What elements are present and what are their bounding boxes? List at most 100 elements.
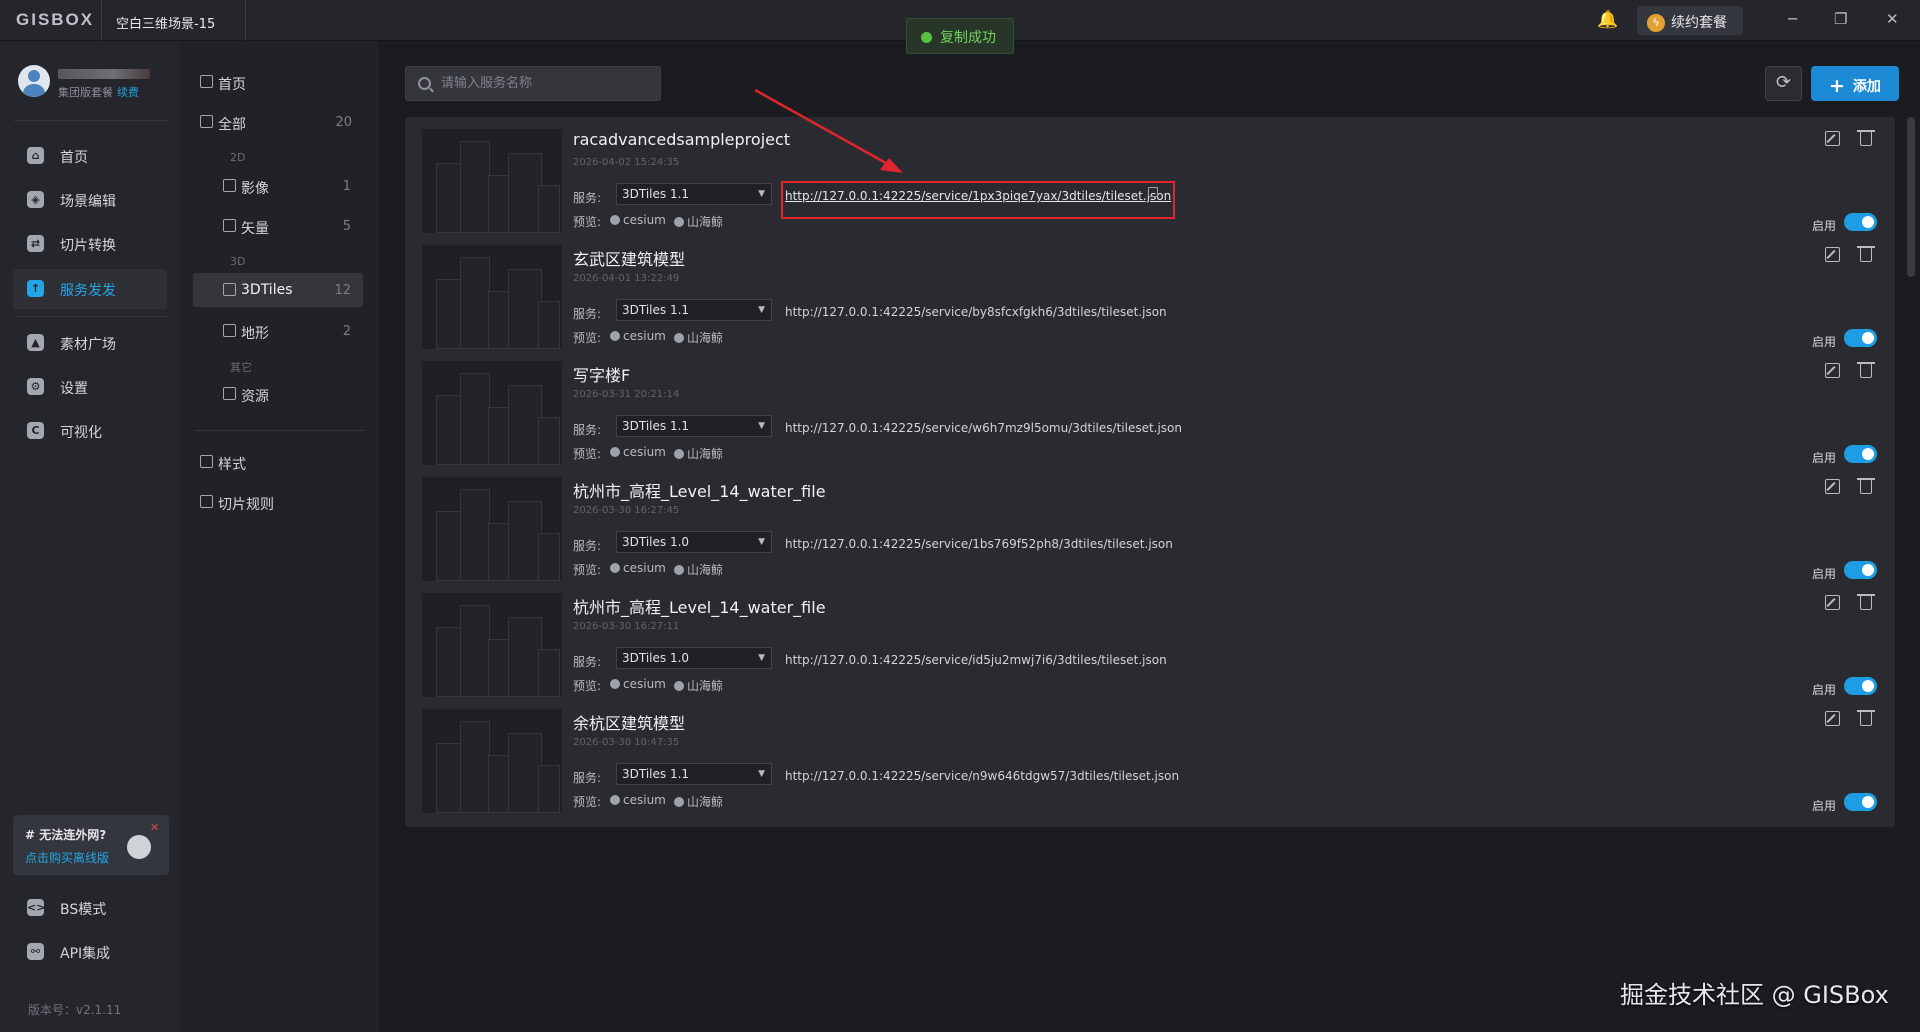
model-thumbnail[interactable] — [422, 477, 562, 581]
subnav-imagery[interactable]: 影像 1 — [193, 169, 363, 203]
search-input[interactable] — [441, 67, 651, 100]
renew-plan-button[interactable]: ϟ 续约套餐 — [1637, 6, 1743, 35]
service-url-link[interactable]: http://127.0.0.1:42225/service/1bs769f52… — [785, 537, 1173, 551]
cesium-icon — [610, 447, 620, 457]
scrollbar[interactable] — [1907, 117, 1915, 277]
nav-item-asset-square[interactable]: ▲ 素材广场 — [13, 323, 167, 363]
service-version-select[interactable]: 3DTiles 1.0 ▼ — [616, 531, 772, 553]
nav-item-settings[interactable]: ⚙ 设置 — [13, 367, 167, 407]
satellite-icon — [127, 835, 151, 859]
service-card[interactable]: 杭州市_高程_Level_14_water_file 2026-03-30 16… — [405, 465, 1895, 595]
model-thumbnail[interactable] — [422, 129, 562, 233]
service-card[interactable]: 杭州市_高程_Level_14_water_file 2026-03-30 16… — [405, 581, 1895, 711]
preview-cesium-link[interactable]: cesium — [610, 561, 666, 575]
model-thumbnail[interactable] — [422, 245, 562, 349]
service-version-value: 3DTiles 1.1 — [622, 187, 690, 201]
refresh-button[interactable]: ⟳ — [1765, 66, 1802, 101]
add-button[interactable]: + 添加 — [1811, 66, 1899, 101]
close-button[interactable]: ✕ — [1886, 10, 1899, 28]
nav-item-visualization[interactable]: C 可视化 — [13, 411, 167, 451]
service-version-select[interactable]: 3DTiles 1.1 ▼ — [616, 415, 772, 437]
nav-item-bs-mode[interactable]: <> BS模式 — [13, 888, 167, 928]
avatar[interactable] — [18, 65, 50, 97]
enable-toggle[interactable] — [1844, 329, 1877, 347]
delete-icon[interactable] — [1857, 130, 1875, 146]
chevron-down-icon: ▼ — [758, 769, 765, 779]
edit-icon[interactable] — [1825, 363, 1840, 378]
subnav-tile-rules[interactable]: 切片规则 — [194, 485, 364, 519]
service-card[interactable]: racadvancedsampleproject 2026-04-02 15:2… — [405, 117, 1895, 247]
preview-shanhaijing-link[interactable]: 山海鲸 — [674, 213, 723, 230]
subnav-3dtiles[interactable]: 3DTiles 12 — [193, 273, 363, 307]
preview-cesium-link[interactable]: cesium — [610, 793, 666, 807]
service-time: 2026-04-02 15:24:35 — [573, 157, 680, 168]
enable-label: 启用 — [1812, 799, 1837, 813]
preview-shanhaijing-link[interactable]: 山海鲸 — [674, 561, 723, 578]
service-version-select[interactable]: 3DTiles 1.1 ▼ — [616, 763, 772, 785]
delete-icon[interactable] — [1857, 246, 1875, 262]
renew-link[interactable]: 续费 — [117, 86, 139, 99]
delete-icon[interactable] — [1857, 362, 1875, 378]
preview-cesium-link[interactable]: cesium — [610, 445, 666, 459]
shanhaijing-icon — [674, 565, 684, 575]
style-icon — [200, 455, 213, 468]
enable-toggle[interactable] — [1844, 445, 1877, 463]
service-card[interactable]: 玄武区建筑模型 2026-04-01 13:22:49 服务: 3DTiles … — [405, 233, 1895, 363]
model-thumbnail[interactable] — [422, 709, 562, 813]
enable-toggle[interactable] — [1844, 561, 1877, 579]
service-url-link[interactable]: http://127.0.0.1:42225/service/by8sfcxfg… — [785, 305, 1167, 319]
preview-shanhaijing-link[interactable]: 山海鲸 — [674, 445, 723, 462]
close-icon[interactable]: ✕ — [150, 821, 159, 834]
service-card[interactable]: 余杭区建筑模型 2026-03-30 10:47:35 服务: 3DTiles … — [405, 697, 1895, 827]
nav-item-scene-edit[interactable]: ◈ 场景编辑 — [13, 180, 167, 220]
edit-icon[interactable] — [1825, 595, 1840, 610]
subnav-home[interactable]: 首页 — [194, 65, 364, 99]
enable-toggle[interactable] — [1844, 793, 1877, 811]
nav-item-api[interactable]: ⚯ API集成 — [13, 932, 167, 972]
service-version-select[interactable]: 3DTiles 1.0 ▼ — [616, 647, 772, 669]
preview-cesium-link[interactable]: cesium — [610, 677, 666, 691]
service-version-select[interactable]: 3DTiles 1.1 ▼ — [616, 183, 772, 205]
subnav-resource[interactable]: 资源 — [193, 377, 363, 411]
subnav-label: 资源 — [241, 389, 269, 405]
edit-icon[interactable] — [1825, 247, 1840, 262]
preview-cesium-link[interactable]: cesium — [610, 213, 666, 227]
offline-promo[interactable]: # 无法连外网? 点击购买离线版 ✕ — [13, 815, 169, 875]
bell-icon[interactable]: 🔔 — [1597, 10, 1618, 30]
service-url-link[interactable]: http://127.0.0.1:42225/service/id5ju2mwj… — [785, 653, 1167, 667]
service-url-link[interactable]: http://127.0.0.1:42225/service/w6h7mz9l5… — [785, 421, 1182, 435]
nav-item-service-publish[interactable]: ↑ 服务发发 — [13, 269, 167, 309]
delete-icon[interactable] — [1857, 594, 1875, 610]
model-thumbnail[interactable] — [422, 361, 562, 465]
edit-icon[interactable] — [1825, 479, 1840, 494]
search-box[interactable] — [405, 66, 661, 101]
nav-item-home[interactable]: ⌂ 首页 — [13, 136, 167, 176]
minimize-button[interactable]: ─ — [1788, 10, 1797, 28]
service-url-link[interactable]: http://127.0.0.1:42225/service/1px3piqe7… — [785, 189, 1171, 203]
subnav-style[interactable]: 样式 — [194, 445, 364, 479]
restore-button[interactable]: ❐ — [1834, 10, 1847, 28]
edit-icon[interactable] — [1825, 711, 1840, 726]
service-card[interactable]: 写字楼F 2026-03-31 20:21:14 服务: 3DTiles 1.1… — [405, 349, 1895, 479]
delete-icon[interactable] — [1857, 710, 1875, 726]
enable-toggle[interactable] — [1844, 213, 1877, 231]
delete-icon[interactable] — [1857, 478, 1875, 494]
offline-buy-link[interactable]: 点击购买离线版 — [25, 849, 109, 866]
copy-icon[interactable] — [1148, 187, 1158, 197]
preview-shanhaijing-link[interactable]: 山海鲸 — [674, 677, 723, 694]
preview-shanhaijing-link[interactable]: 山海鲸 — [674, 793, 723, 810]
enable-toggle[interactable] — [1844, 677, 1877, 695]
subnav-terrain[interactable]: 地形 2 — [193, 314, 363, 348]
window-tab[interactable]: 空白三维场景-15 — [101, 0, 246, 41]
nav-item-tile-convert[interactable]: ⇄ 切片转换 — [13, 224, 167, 264]
service-url-link[interactable]: http://127.0.0.1:42225/service/n9w646tdg… — [785, 769, 1179, 783]
subnav-all[interactable]: 全部 20 — [194, 105, 364, 139]
refresh-icon: ⟳ — [1775, 72, 1792, 93]
service-version-select[interactable]: 3DTiles 1.1 ▼ — [616, 299, 772, 321]
preview-shanhaijing-link[interactable]: 山海鲸 — [674, 329, 723, 346]
preview-cesium-link[interactable]: cesium — [610, 329, 666, 343]
model-thumbnail[interactable] — [422, 593, 562, 697]
subnav-vector[interactable]: 矢量 5 — [193, 209, 363, 243]
cloud-upload-icon: ↑ — [27, 280, 44, 297]
edit-icon[interactable] — [1825, 131, 1840, 146]
